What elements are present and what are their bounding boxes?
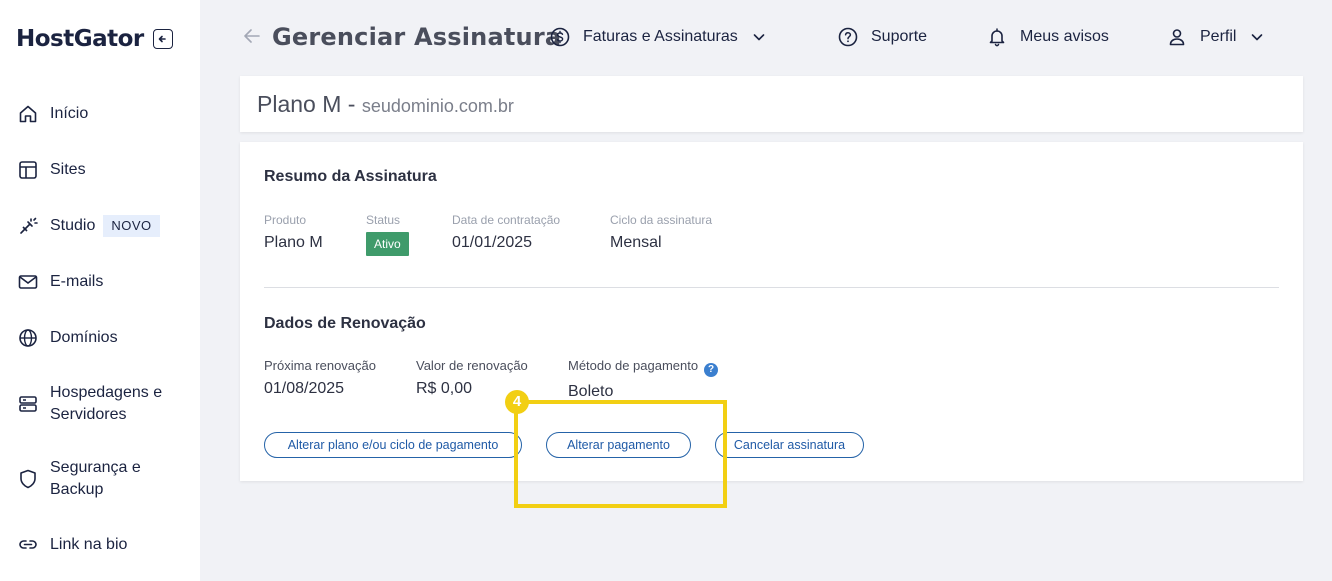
renewal-title: Dados de Renovação: [264, 315, 426, 332]
sidebar: HostGator Início Sites Studio NOVO E-mai…: [0, 0, 200, 581]
renewal-amount-label: Valor de renovação: [416, 358, 528, 373]
help-circle-icon: [838, 27, 858, 47]
sidebar-item-seguranca[interactable]: Segurança e Backup: [17, 457, 167, 501]
help-icon[interactable]: ?: [704, 363, 719, 377]
status-field: Status Ativo: [366, 212, 409, 256]
payment-method-label-row: Método de pagamento?: [568, 358, 719, 377]
section-divider: [264, 287, 1279, 288]
collapse-sidebar-button[interactable]: [152, 29, 173, 49]
contract-date-label: Data de contratação: [452, 213, 561, 227]
sidebar-item-label: Studio: [50, 217, 96, 234]
tutorial-highlight-box: [514, 400, 727, 508]
chevron-down-icon: [1252, 34, 1263, 41]
sidebar-item-sites[interactable]: Sites: [17, 159, 86, 181]
mail-icon: [18, 275, 38, 289]
sidebar-item-label: Domínios: [50, 329, 118, 346]
chevron-down-icon: [753, 34, 765, 41]
sidebar-item-dominios[interactable]: Domínios: [17, 327, 118, 349]
home-icon: [19, 105, 37, 123]
contract-date-value: 01/01/2025: [452, 234, 533, 251]
sidebar-item-label: E-mails: [50, 273, 104, 290]
cycle-value: Mensal: [610, 234, 662, 251]
sidebar-item-label: Sites: [50, 161, 86, 178]
plan-name: Plano M: [257, 91, 342, 117]
bell-icon: [989, 28, 1005, 47]
summary-title: Resumo da Assinatura: [264, 168, 437, 185]
product-field: Produto Plano M: [264, 212, 323, 252]
nav-faturas-assinaturas[interactable]: Faturas e Assinaturas: [549, 26, 766, 48]
status-label: Status: [366, 213, 401, 227]
sidebar-item-inicio[interactable]: Início: [17, 103, 88, 125]
next-renewal-value: 01/08/2025: [264, 380, 345, 397]
sidebar-item-link-na-bio[interactable]: Link na bio: [17, 534, 127, 556]
link-icon: [19, 540, 37, 549]
server-icon: [19, 396, 37, 412]
product-value: Plano M: [264, 234, 323, 251]
payment-method-label: Método de pagamento: [568, 358, 699, 373]
step-number-badge: 4: [505, 390, 529, 414]
sidebar-item-emails[interactable]: E-mails: [17, 271, 103, 293]
logo-row: HostGator: [16, 26, 173, 52]
magic-wand-icon: [20, 217, 38, 234]
nav-label: Meus avisos: [1020, 28, 1109, 45]
nav-perfil[interactable]: Perfil: [1166, 26, 1264, 48]
layout-icon: [19, 161, 37, 179]
cycle-field: Ciclo da assinatura Mensal: [610, 212, 712, 252]
plan-domain: seudominio.com.br: [361, 96, 514, 116]
payment-method-value: Boleto: [568, 383, 614, 400]
sidebar-item-label: Link na bio: [50, 536, 128, 553]
sidebar-item-hospedagens[interactable]: Hospedagens e Servidores: [17, 382, 187, 426]
cycle-label: Ciclo da assinatura: [610, 213, 713, 227]
next-renewal-label: Próxima renovação: [264, 358, 376, 373]
new-badge: NOVO: [103, 215, 160, 237]
cancel-subscription-button[interactable]: Cancelar assinatura: [715, 432, 864, 458]
next-renewal-field: Próxima renovação 01/08/2025: [264, 358, 376, 398]
dollar-circle-icon: [550, 27, 570, 47]
change-plan-button[interactable]: Alterar plano e/ou ciclo de pagamento: [264, 432, 522, 458]
nav-meus-avisos[interactable]: Meus avisos: [986, 26, 1109, 48]
user-icon: [1169, 29, 1185, 46]
payment-method-field: Método de pagamento? Boleto: [568, 358, 719, 401]
nav-label: Perfil: [1200, 28, 1237, 45]
sidebar-item-studio[interactable]: Studio NOVO: [17, 215, 160, 237]
hostgator-logo[interactable]: HostGator: [16, 26, 144, 52]
sidebar-item-label: Segurança e Backup: [50, 459, 141, 498]
contract-date-field: Data de contratação 01/01/2025: [452, 212, 560, 252]
product-label: Produto: [264, 213, 307, 227]
status-badge: Ativo: [366, 232, 409, 256]
nav-label: Suporte: [871, 28, 928, 45]
plan-heading: Plano M - seudominio.com.br: [257, 91, 514, 118]
plan-separator: -: [341, 91, 362, 117]
globe-icon: [19, 329, 37, 347]
plan-card: Plano M - seudominio.com.br: [240, 76, 1303, 132]
back-arrow-icon[interactable]: [242, 26, 262, 46]
nav-label: Faturas e Assinaturas: [583, 28, 738, 45]
arrow-left-icon: [158, 35, 166, 43]
subscription-summary-card: Resumo da Assinatura Produto Plano M Sta…: [240, 142, 1303, 481]
nav-suporte[interactable]: Suporte: [837, 26, 927, 48]
sidebar-item-label: Início: [50, 105, 89, 122]
sidebar-item-label: Hospedagens e Servidores: [50, 384, 163, 423]
page-title: Gerenciar Assinatura: [272, 23, 562, 51]
shield-icon: [20, 469, 36, 489]
